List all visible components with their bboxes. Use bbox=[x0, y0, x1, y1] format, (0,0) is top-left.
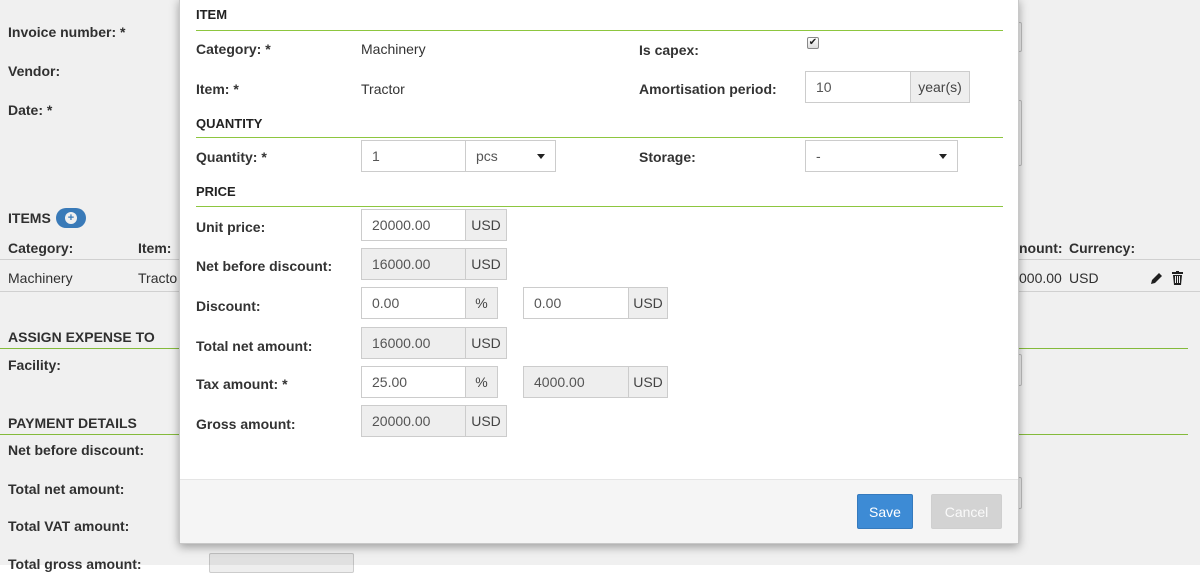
price-section-line bbox=[196, 206, 1003, 207]
quantity-section-title: QUANTITY bbox=[196, 116, 263, 131]
discount-amount-input[interactable]: 0.00 bbox=[523, 287, 629, 319]
gross-amount-input: 20000.00 bbox=[361, 405, 466, 437]
quantity-unit-select[interactable]: pcs bbox=[465, 140, 556, 172]
amortisation-input[interactable]: 10 bbox=[805, 71, 911, 103]
cancel-button[interactable]: Cancel bbox=[931, 494, 1002, 529]
tax-amount-input: 4000.00 bbox=[523, 366, 629, 398]
quantity-label: Quantity: * bbox=[196, 149, 267, 165]
total-net-currency: USD bbox=[465, 327, 507, 359]
item-modal: ITEM Category: * Machinery Is capex: ✔ I… bbox=[179, 0, 1019, 544]
tax-amount-label: Tax amount: * bbox=[196, 376, 288, 392]
quantity-input[interactable]: 1 bbox=[361, 140, 466, 172]
discount-currency: USD bbox=[628, 287, 668, 319]
save-button[interactable]: Save bbox=[857, 494, 913, 529]
item-section-line bbox=[196, 30, 1003, 31]
unit-price-currency: USD bbox=[465, 209, 507, 241]
quantity-section-line bbox=[196, 137, 1003, 138]
discount-percent-input[interactable]: 0.00 bbox=[361, 287, 466, 319]
tax-percent-unit: % bbox=[465, 366, 498, 398]
tax-currency: USD bbox=[628, 366, 668, 398]
storage-label: Storage: bbox=[639, 149, 696, 165]
total-net-input: 16000.00 bbox=[361, 327, 466, 359]
discount-percent-unit: % bbox=[465, 287, 498, 319]
category-label: Category: * bbox=[196, 41, 271, 57]
net-before-discount-currency: USD bbox=[465, 248, 507, 280]
unit-price-label: Unit price: bbox=[196, 219, 266, 235]
amortisation-label: Amortisation period: bbox=[639, 81, 777, 97]
quantity-unit-value: pcs bbox=[476, 148, 498, 164]
total-net-label: Total net amount: bbox=[196, 338, 313, 354]
storage-value: - bbox=[816, 148, 821, 164]
item-section-title: ITEM bbox=[196, 7, 228, 22]
chevron-down-icon bbox=[939, 154, 947, 159]
storage-select[interactable]: - bbox=[805, 140, 958, 172]
gross-amount-label: Gross amount: bbox=[196, 416, 296, 432]
net-before-discount-label: Net before discount: bbox=[196, 258, 333, 274]
tax-percent-input[interactable]: 25.00 bbox=[361, 366, 466, 398]
price-section-title: PRICE bbox=[196, 184, 236, 199]
category-value: Machinery bbox=[361, 41, 426, 57]
item-label: Item: * bbox=[196, 81, 239, 97]
gross-amount-currency: USD bbox=[465, 405, 507, 437]
is-capex-checkbox[interactable]: ✔ bbox=[807, 37, 819, 49]
unit-price-input[interactable]: 20000.00 bbox=[361, 209, 466, 241]
net-before-discount-input: 16000.00 bbox=[361, 248, 466, 280]
item-value: Tractor bbox=[361, 81, 405, 97]
discount-label: Discount: bbox=[196, 298, 261, 314]
chevron-down-icon bbox=[537, 154, 545, 159]
modal-footer: Save Cancel bbox=[180, 479, 1018, 543]
is-capex-label: Is capex: bbox=[639, 42, 699, 58]
amortisation-unit: year(s) bbox=[910, 71, 970, 103]
